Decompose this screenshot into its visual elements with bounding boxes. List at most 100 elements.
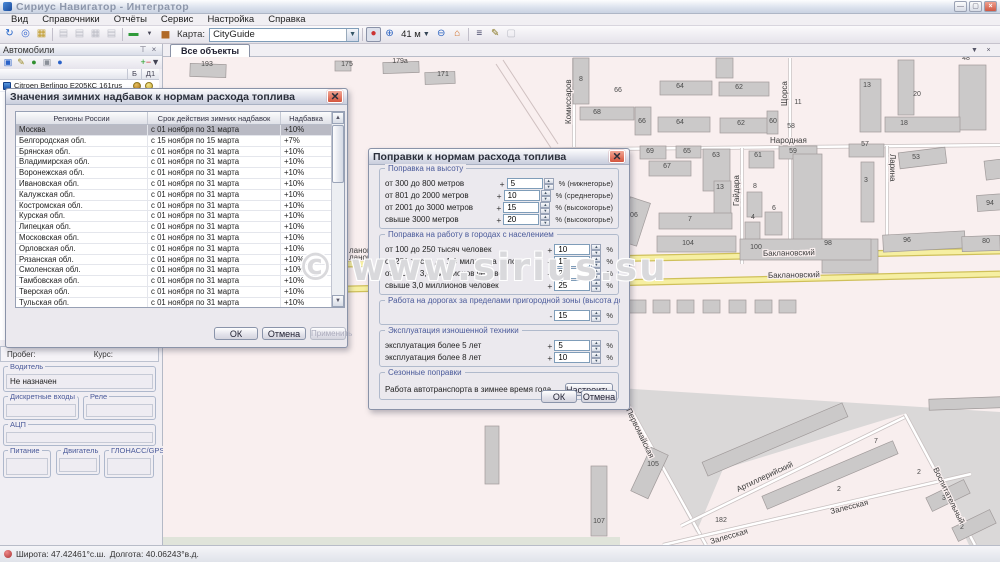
fuel-corrections-dialog: Поправки к нормам расхода топлива ✕ Попр… — [368, 148, 630, 410]
tab-close-icon[interactable]: × — [983, 46, 994, 56]
home-icon[interactable]: ⌂ — [450, 27, 465, 42]
menu-Справочники[interactable]: Справочники — [35, 14, 107, 25]
edit-note-icon[interactable]: ✎ — [488, 27, 503, 42]
percent-input[interactable] — [503, 214, 539, 225]
spin-row-label: от 250 тысяч до 1,0 миллиона человек — [385, 257, 543, 266]
pin-icon[interactable]: ⊤ — [138, 45, 148, 55]
percent-input[interactable] — [554, 244, 590, 255]
ok-button[interactable]: ОК — [214, 327, 258, 340]
spin-row: от 100 до 250 тысяч человек+▲▼% — [385, 244, 613, 255]
map-select[interactable]: CityGuide ▼ — [209, 28, 359, 42]
column-header[interactable]: Срок действия зимних надбавок — [148, 112, 281, 124]
table-row[interactable]: Брянская обл.с 01 ноября по 31 марта+10% — [16, 147, 331, 158]
table-row[interactable]: Костромская обл.с 01 ноября по 31 марта+… — [16, 201, 331, 212]
track-icon[interactable]: ▤ — [104, 27, 119, 42]
edit-icon[interactable]: ✎ — [15, 57, 27, 69]
spin-row-label: эксплуатация более 8 лет — [385, 353, 543, 362]
route-icon[interactable]: ▤ — [72, 27, 87, 42]
building-number: 58 — [787, 123, 795, 130]
scroll-up-icon[interactable]: ▲ — [332, 112, 344, 124]
scroll-thumb[interactable] — [332, 125, 344, 183]
tab-all-objects[interactable]: Все объекты — [170, 44, 250, 57]
menu-Настройка[interactable]: Настройка — [200, 14, 261, 25]
dialog-titlebar[interactable]: Значения зимних надбавок к нормам расход… — [6, 89, 347, 105]
column-header[interactable]: Д1 — [141, 69, 159, 79]
globe-blue-icon[interactable]: ● — [54, 57, 66, 69]
cancel-button[interactable]: Отмена — [581, 390, 617, 403]
table-row[interactable]: Ивановская обл.с 01 ноября по 31 марта+1… — [16, 179, 331, 190]
percent-input[interactable] — [554, 340, 590, 351]
zoom-in-icon[interactable]: ⊕ — [382, 27, 397, 42]
column-header[interactable]: Надбавка — [281, 112, 331, 124]
table-row[interactable]: Калужская обл.с 01 ноября по 31 марта+10… — [16, 190, 331, 201]
chevron-down-icon[interactable]: ▼ — [346, 29, 358, 41]
column-header[interactable]: Регионы России — [16, 112, 148, 124]
table-row[interactable]: Тамбовская обл.с 01 ноября по 31 марта+1… — [16, 276, 331, 287]
table-row[interactable]: Москвас 01 ноября по 31 марта+10% — [16, 125, 331, 136]
percent-input[interactable] — [507, 178, 543, 189]
spin-down-icon[interactable]: ▼ — [540, 220, 550, 226]
maximize-button[interactable]: ▢ — [969, 1, 982, 12]
menu-Сервис[interactable]: Сервис — [154, 14, 201, 25]
map-building — [485, 426, 499, 484]
ok-button[interactable]: ОК — [541, 390, 577, 403]
vehicle-blue-icon[interactable]: ▣ — [2, 57, 14, 69]
camera-icon[interactable]: ▣ — [41, 57, 53, 69]
percent-input[interactable] — [554, 268, 590, 279]
percent-input[interactable] — [503, 202, 539, 213]
close-icon[interactable]: × — [149, 45, 159, 55]
blank-icon[interactable]: ▢ — [504, 27, 519, 42]
table-scrollbar[interactable]: ▲ ▼ — [331, 112, 344, 307]
cancel-button[interactable]: Отмена — [262, 327, 306, 340]
percent-input[interactable] — [554, 310, 590, 321]
spin-down-icon[interactable]: ▼ — [591, 286, 601, 292]
close-button[interactable]: × — [984, 1, 997, 12]
map-building — [653, 300, 670, 313]
percent-input[interactable] — [554, 352, 590, 363]
zoom-out-icon[interactable]: ⊖ — [434, 27, 449, 42]
columns-icon[interactable]: ▼ — [151, 57, 160, 67]
table-row[interactable]: Тульская обл.с 01 ноября по 31 марта+10% — [16, 298, 331, 307]
plan-icon[interactable]: ▦ — [34, 27, 49, 42]
refresh-icon[interactable]: ↻ — [2, 27, 17, 42]
table-row[interactable]: Курская обл.с 01 ноября по 31 марта+10% — [16, 211, 331, 222]
table-row[interactable]: Московская обл.с 01 ноября по 31 марта+1… — [16, 233, 331, 244]
vehicle-menu-icon[interactable]: ▼ — [142, 27, 157, 42]
percent-input[interactable] — [554, 256, 590, 267]
scroll-down-icon[interactable]: ▼ — [332, 295, 344, 307]
menu-Справка[interactable]: Справка — [261, 14, 312, 25]
chart-icon[interactable]: ▅ — [158, 27, 173, 42]
waybill-icon[interactable]: ▤ — [56, 27, 71, 42]
spin-down-icon[interactable]: ▼ — [591, 358, 601, 364]
table-row[interactable]: Липецкая обл.с 01 ноября по 31 марта+10% — [16, 222, 331, 233]
close-icon[interactable]: ✕ — [327, 90, 343, 103]
list-icon[interactable]: ≡ — [472, 27, 487, 42]
table-row[interactable]: Орловская обл.с 01 ноября по 31 марта+10… — [16, 244, 331, 255]
minimize-button[interactable]: — — [954, 1, 967, 12]
menu-Вид[interactable]: Вид — [4, 14, 35, 25]
zoom-scale-select[interactable]: 41 м ▼ — [398, 29, 433, 40]
spin-down-icon[interactable]: ▼ — [591, 316, 601, 322]
column-header[interactable]: Б — [127, 69, 141, 79]
points-icon[interactable]: ▦ — [88, 27, 103, 42]
window-titlebar[interactable]: Сириус Навигатор - Интегратор — ▢ × — [0, 0, 1000, 14]
close-icon[interactable]: ✕ — [609, 150, 625, 163]
traffic-light-icon[interactable]: ● — [366, 27, 381, 42]
table-row[interactable]: Белгородская обл.с 15 ноября по 15 марта… — [16, 136, 331, 147]
table-row[interactable]: Владимирская обл.с 01 ноября по 31 марта… — [16, 157, 331, 168]
apply-button[interactable]: Применить — [310, 327, 346, 340]
find-icon[interactable]: ◎ — [18, 27, 33, 42]
table-row[interactable]: Рязанская обл.с 01 ноября по 31 марта+10… — [16, 255, 331, 266]
percent-input[interactable] — [504, 190, 540, 201]
percent-input[interactable] — [554, 280, 590, 291]
globe-green-icon[interactable]: ● — [28, 57, 40, 69]
vehicle-icon[interactable]: ▬ — [126, 27, 141, 42]
map-building — [657, 236, 736, 252]
table-row[interactable]: Смоленская обл.с 01 ноября по 31 марта+1… — [16, 265, 331, 276]
dialog-titlebar[interactable]: Поправки к нормам расхода топлива ✕ — [369, 149, 629, 165]
glonass-group: ГЛОНАСС/GPS — [104, 450, 154, 478]
tab-list-icon[interactable]: ▼ — [969, 46, 980, 56]
table-row[interactable]: Воронежская обл.с 01 ноября по 31 марта+… — [16, 168, 331, 179]
table-row[interactable]: Тверская обл.с 01 ноября по 31 марта+10% — [16, 287, 331, 298]
menu-Отчёты[interactable]: Отчёты — [107, 14, 154, 25]
